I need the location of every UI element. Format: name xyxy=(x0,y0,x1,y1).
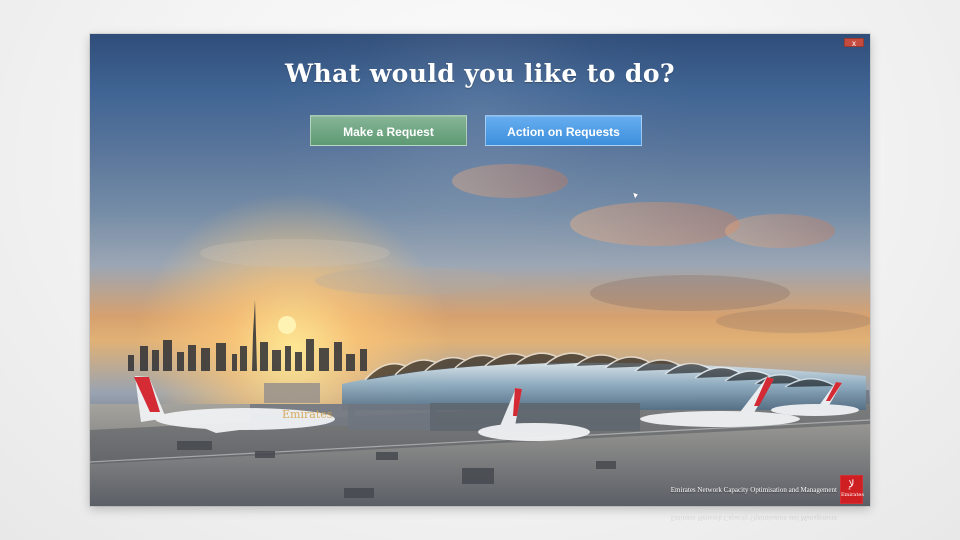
close-icon: x xyxy=(852,39,856,48)
application-caption: Emirates Network Capacity Optimisation a… xyxy=(670,486,837,494)
application-background: Emirates x What would you like to do? Ma… xyxy=(0,0,960,540)
app-window: Emirates x What would you like to do? Ma… xyxy=(90,34,870,506)
page-title: What would you like to do? xyxy=(285,59,675,88)
make-request-button[interactable]: Make a Request xyxy=(310,115,467,146)
brand-name: Emirates xyxy=(841,492,864,498)
window-reflection: Emirates Network Capacity Optimisation a… xyxy=(90,507,870,535)
action-on-requests-button[interactable]: Action on Requests xyxy=(485,115,642,146)
airport-scene-illustration: Emirates xyxy=(90,34,870,506)
emirates-livery-text: Emirates xyxy=(282,408,333,421)
close-button[interactable]: x xyxy=(844,38,864,48)
emirates-logo-icon: ﻹ Emirates xyxy=(840,475,864,504)
reflection-caption: Emirates Network Capacity Optimisation a… xyxy=(670,514,837,522)
primary-actions: Make a Request Action on Requests xyxy=(310,115,642,146)
brand-symbol: ﻹ xyxy=(848,479,855,490)
